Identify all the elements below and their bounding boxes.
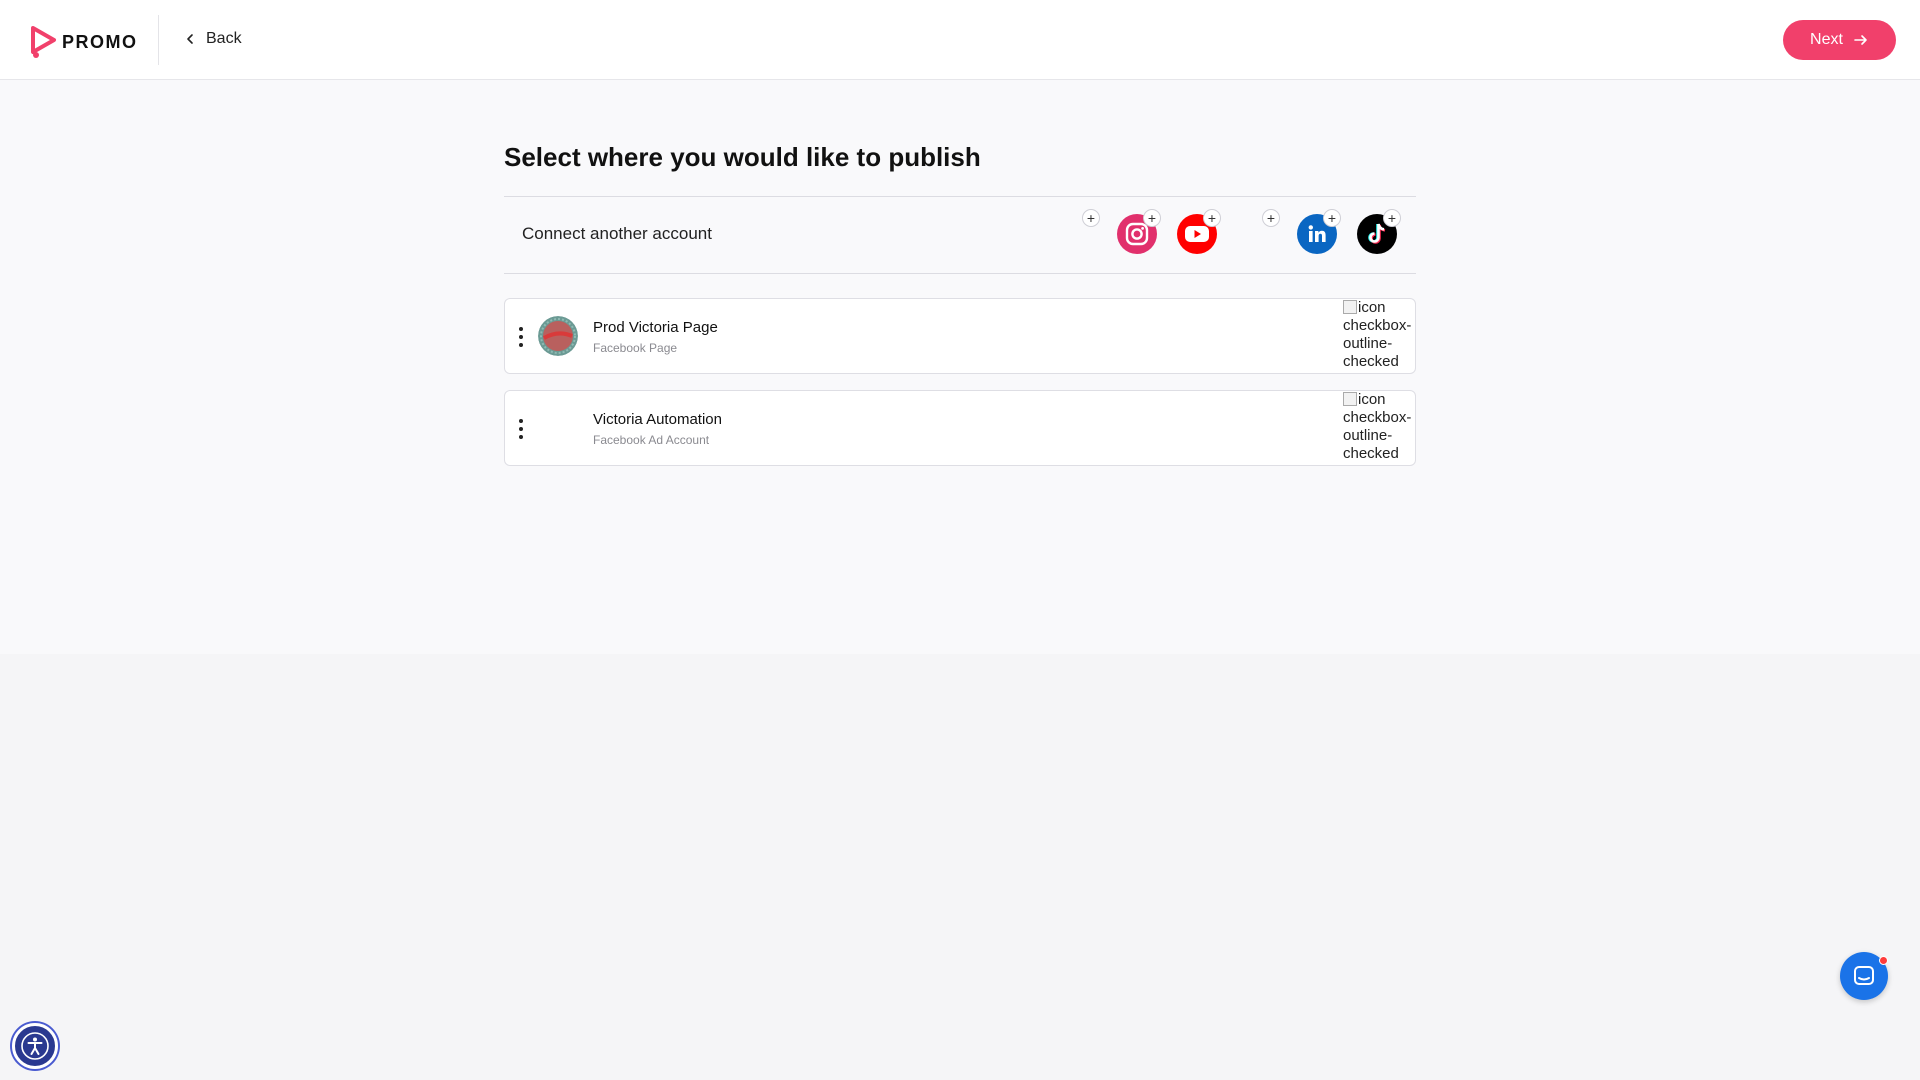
account-type: Facebook Page xyxy=(593,341,678,355)
plus-icon: + xyxy=(1082,209,1100,227)
checkbox-checked-icon[interactable]: icon checkbox-outline-checked xyxy=(1343,299,1417,371)
account-name: Prod Victoria Page xyxy=(593,319,718,336)
connect-youtube-button[interactable]: + xyxy=(1177,209,1221,256)
brand-name: PROMO xyxy=(62,31,138,52)
page-background-lower xyxy=(0,654,1920,1080)
plus-icon: + xyxy=(1203,209,1221,227)
plus-icon: + xyxy=(1323,209,1341,227)
broken-image-icon xyxy=(1343,300,1357,314)
avatar xyxy=(538,316,578,356)
back-button-label: Back xyxy=(206,30,242,47)
more-options-icon[interactable] xyxy=(515,417,527,441)
account-card[interactable]: Prod Victoria Page Facebook Page icon ch… xyxy=(504,298,1416,374)
header-divider xyxy=(158,15,159,65)
page-title: Select where you would like to publish xyxy=(504,142,981,172)
account-card[interactable]: Victoria Automation Facebook Ad Account … xyxy=(504,390,1416,466)
plus-icon: + xyxy=(1143,209,1161,227)
checkbox-checked-icon[interactable]: icon checkbox-outline-checked xyxy=(1343,391,1417,463)
chat-icon xyxy=(1854,966,1874,985)
connect-linkedin-button[interactable]: + xyxy=(1297,209,1341,256)
next-button-label: Next xyxy=(1810,31,1843,48)
connect-instagram-button[interactable]: + xyxy=(1117,209,1161,256)
broken-image-icon xyxy=(1343,392,1357,406)
account-type: Facebook Ad Account xyxy=(593,433,710,447)
connect-account-row: Connect another account + + + + + + xyxy=(504,196,1416,274)
promo-logo-icon xyxy=(31,26,56,58)
chevron-left-icon xyxy=(187,34,193,44)
back-button[interactable]: Back xyxy=(184,27,242,51)
accessibility-button[interactable] xyxy=(12,1023,58,1069)
more-options-icon[interactable] xyxy=(515,325,527,349)
next-button[interactable]: Next xyxy=(1783,20,1896,60)
connect-account-label: Connect another account xyxy=(522,224,712,243)
connect-tiktok-button[interactable]: + xyxy=(1357,209,1401,256)
accessibility-icon xyxy=(21,1032,49,1060)
top-header: PROMO Back Next xyxy=(0,0,1920,80)
notification-dot xyxy=(1879,956,1888,965)
arrow-right-icon xyxy=(1854,35,1867,45)
brand-logo[interactable]: PROMO xyxy=(30,25,138,59)
account-name: Victoria Automation xyxy=(593,411,722,428)
plus-icon: + xyxy=(1383,209,1401,227)
plus-icon: + xyxy=(1262,209,1280,227)
